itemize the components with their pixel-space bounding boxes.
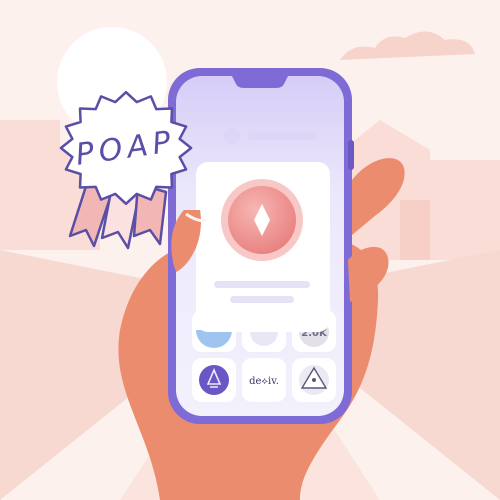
popup-card[interactable] xyxy=(196,162,330,332)
phone-notch xyxy=(232,76,288,88)
tile-devconnect-label: de⟡iv. xyxy=(249,376,279,387)
popup-title-placeholder xyxy=(214,281,310,288)
popup-subtitle-placeholder xyxy=(230,296,294,303)
poap-illustration: 2.0K de⟡iv. POAP xyxy=(0,0,500,500)
eye-icon xyxy=(312,378,316,382)
phone-side-button xyxy=(348,140,354,170)
avatar-placeholder xyxy=(224,128,240,144)
header-placeholder xyxy=(248,132,318,140)
illustration-canvas: 2.0K de⟡iv. POAP xyxy=(0,0,500,500)
